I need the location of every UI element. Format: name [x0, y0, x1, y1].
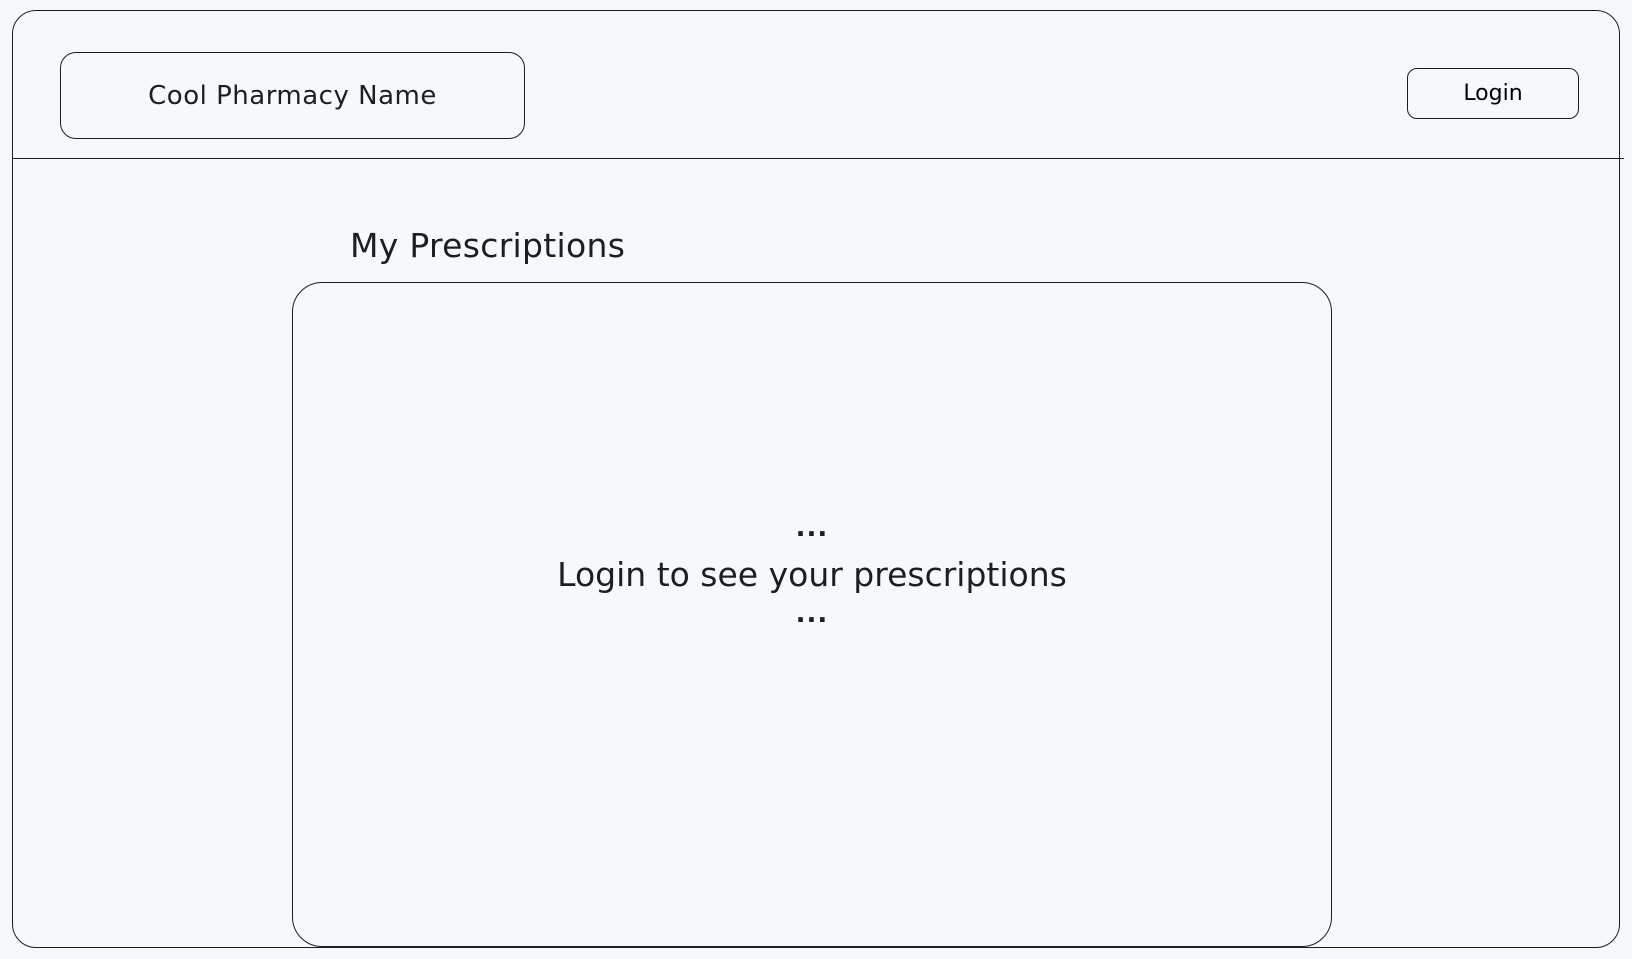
ellipsis-top: ...: [795, 513, 829, 543]
empty-state: ... Login to see your prescriptions ...: [293, 515, 1331, 631]
brand-logo[interactable]: Cool Pharmacy Name: [60, 52, 525, 139]
header-divider: [12, 158, 1624, 159]
empty-state-message: Login to see your prescriptions: [557, 555, 1067, 594]
login-button[interactable]: Login: [1407, 68, 1579, 119]
prescriptions-panel: ... Login to see your prescriptions ...: [292, 282, 1332, 947]
ellipsis-bottom: ...: [795, 599, 829, 629]
login-button-label: Login: [1463, 81, 1523, 106]
brand-name: Cool Pharmacy Name: [148, 80, 437, 111]
page-title: My Prescriptions: [350, 226, 626, 265]
